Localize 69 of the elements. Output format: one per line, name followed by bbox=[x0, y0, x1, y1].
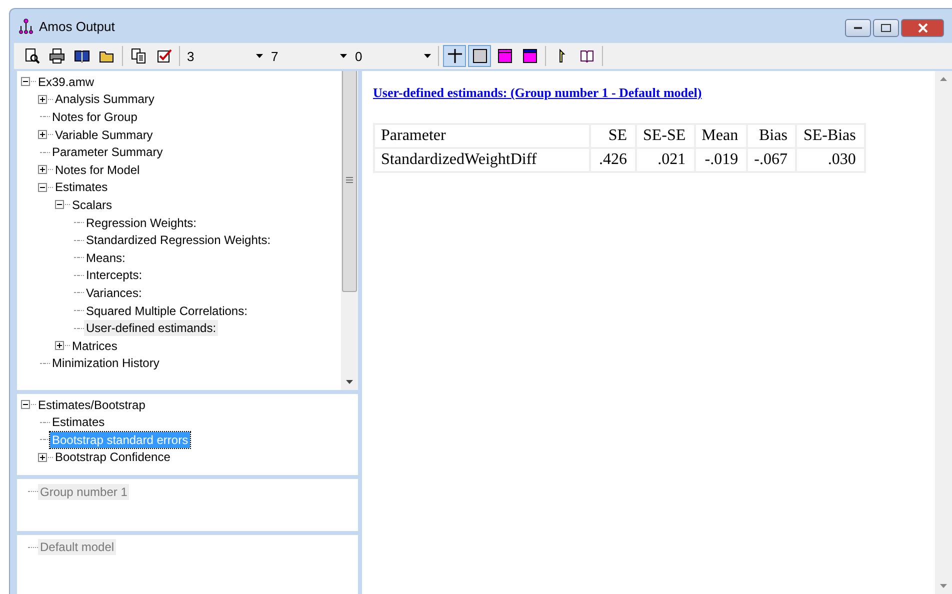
table-cell: StandardizedWeightDiff bbox=[375, 149, 589, 171]
tree-item[interactable]: Bootstrap Confidence bbox=[53, 449, 172, 466]
open-book-icon bbox=[578, 48, 594, 64]
table-cell: .426 bbox=[591, 149, 635, 171]
collapse-icon[interactable] bbox=[20, 76, 31, 88]
dropdown-arrow-icon bbox=[340, 54, 347, 58]
column-header: Mean bbox=[696, 125, 746, 147]
table-cell: -.019 bbox=[696, 149, 746, 171]
table-cell: .030 bbox=[797, 149, 864, 171]
expand-icon[interactable] bbox=[37, 164, 48, 176]
tree-item[interactable]: Estimates/Bootstrap bbox=[36, 396, 148, 413]
column-header: Bias bbox=[748, 125, 796, 147]
checkbox-icon bbox=[156, 48, 172, 64]
tree-item[interactable]: Estimates bbox=[50, 414, 107, 430]
tree-item[interactable]: Standardized Regression Weights: bbox=[84, 232, 273, 248]
tree-item[interactable]: Matrices bbox=[70, 338, 120, 354]
tree-item[interactable]: Variances: bbox=[84, 284, 144, 301]
maximize-icon bbox=[881, 24, 891, 32]
book-icon bbox=[74, 48, 90, 64]
collapse-icon[interactable] bbox=[54, 199, 65, 210]
tree-item[interactable]: Parameter Summary bbox=[50, 144, 165, 160]
tree-item[interactable]: Minimization History bbox=[50, 355, 162, 372]
expand-icon[interactable] bbox=[37, 452, 48, 463]
table-cell: .021 bbox=[637, 149, 694, 171]
minimize-icon bbox=[854, 26, 862, 30]
crosshair-icon bbox=[446, 48, 462, 64]
tree-item[interactable]: Means: bbox=[84, 250, 128, 266]
tree-item[interactable]: User-defined estimands: bbox=[84, 320, 218, 336]
column-header: Parameter bbox=[375, 125, 589, 147]
minimize-button[interactable] bbox=[845, 19, 871, 37]
tree-item[interactable]: Ex39.amw bbox=[36, 74, 96, 90]
tree-item[interactable]: Variable Summary bbox=[53, 126, 155, 143]
tree-item[interactable]: Estimates bbox=[53, 179, 110, 196]
collapse-icon[interactable] bbox=[37, 182, 48, 193]
expand-icon[interactable] bbox=[37, 94, 48, 105]
tree-item[interactable]: Regression Weights: bbox=[84, 214, 198, 231]
collapse-icon[interactable] bbox=[20, 399, 31, 410]
view-toggle-button[interactable] bbox=[443, 45, 466, 67]
scrollbar[interactable] bbox=[935, 71, 952, 594]
magnifier-page-icon bbox=[24, 48, 40, 64]
tree-item[interactable]: Notes for Model bbox=[53, 162, 142, 178]
tree-item[interactable]: Scalars bbox=[70, 196, 114, 213]
tree-item[interactable]: Analysis Summary bbox=[53, 91, 156, 108]
panel-icon bbox=[522, 48, 538, 64]
table-cell: -.067 bbox=[748, 149, 796, 171]
window-title: Amos Output bbox=[39, 18, 115, 34]
tree-item[interactable]: Intercepts: bbox=[84, 267, 144, 284]
column-header: SE-Bias bbox=[797, 125, 864, 147]
dropdown-arrow-icon bbox=[256, 54, 263, 58]
tree-item[interactable]: Default model bbox=[38, 539, 116, 556]
expand-icon[interactable] bbox=[54, 340, 65, 352]
close-button[interactable] bbox=[901, 19, 944, 37]
tree-item[interactable]: Squared Multiple Correlations: bbox=[84, 302, 250, 319]
column-header: SE-SE bbox=[637, 125, 694, 147]
grip-icon bbox=[346, 177, 353, 184]
diagram-icon bbox=[18, 17, 34, 35]
dropdown-arrow-icon bbox=[424, 54, 431, 58]
copy-icon bbox=[130, 48, 146, 64]
square-icon bbox=[472, 48, 488, 64]
tree-item[interactable]: Notes for Group bbox=[50, 108, 140, 125]
close-icon bbox=[918, 23, 928, 33]
column-header: SE bbox=[591, 125, 635, 147]
scrollbar[interactable] bbox=[341, 71, 358, 390]
section-heading-link[interactable]: User-defined estimands: (Group number 1 - Default model) bbox=[373, 85, 702, 101]
maximize-button[interactable] bbox=[873, 19, 899, 37]
printer-icon bbox=[48, 48, 64, 64]
view-toggle-button[interactable] bbox=[468, 45, 491, 67]
expand-icon[interactable] bbox=[37, 129, 48, 140]
tree-item[interactable]: Group number 1 bbox=[38, 484, 130, 500]
